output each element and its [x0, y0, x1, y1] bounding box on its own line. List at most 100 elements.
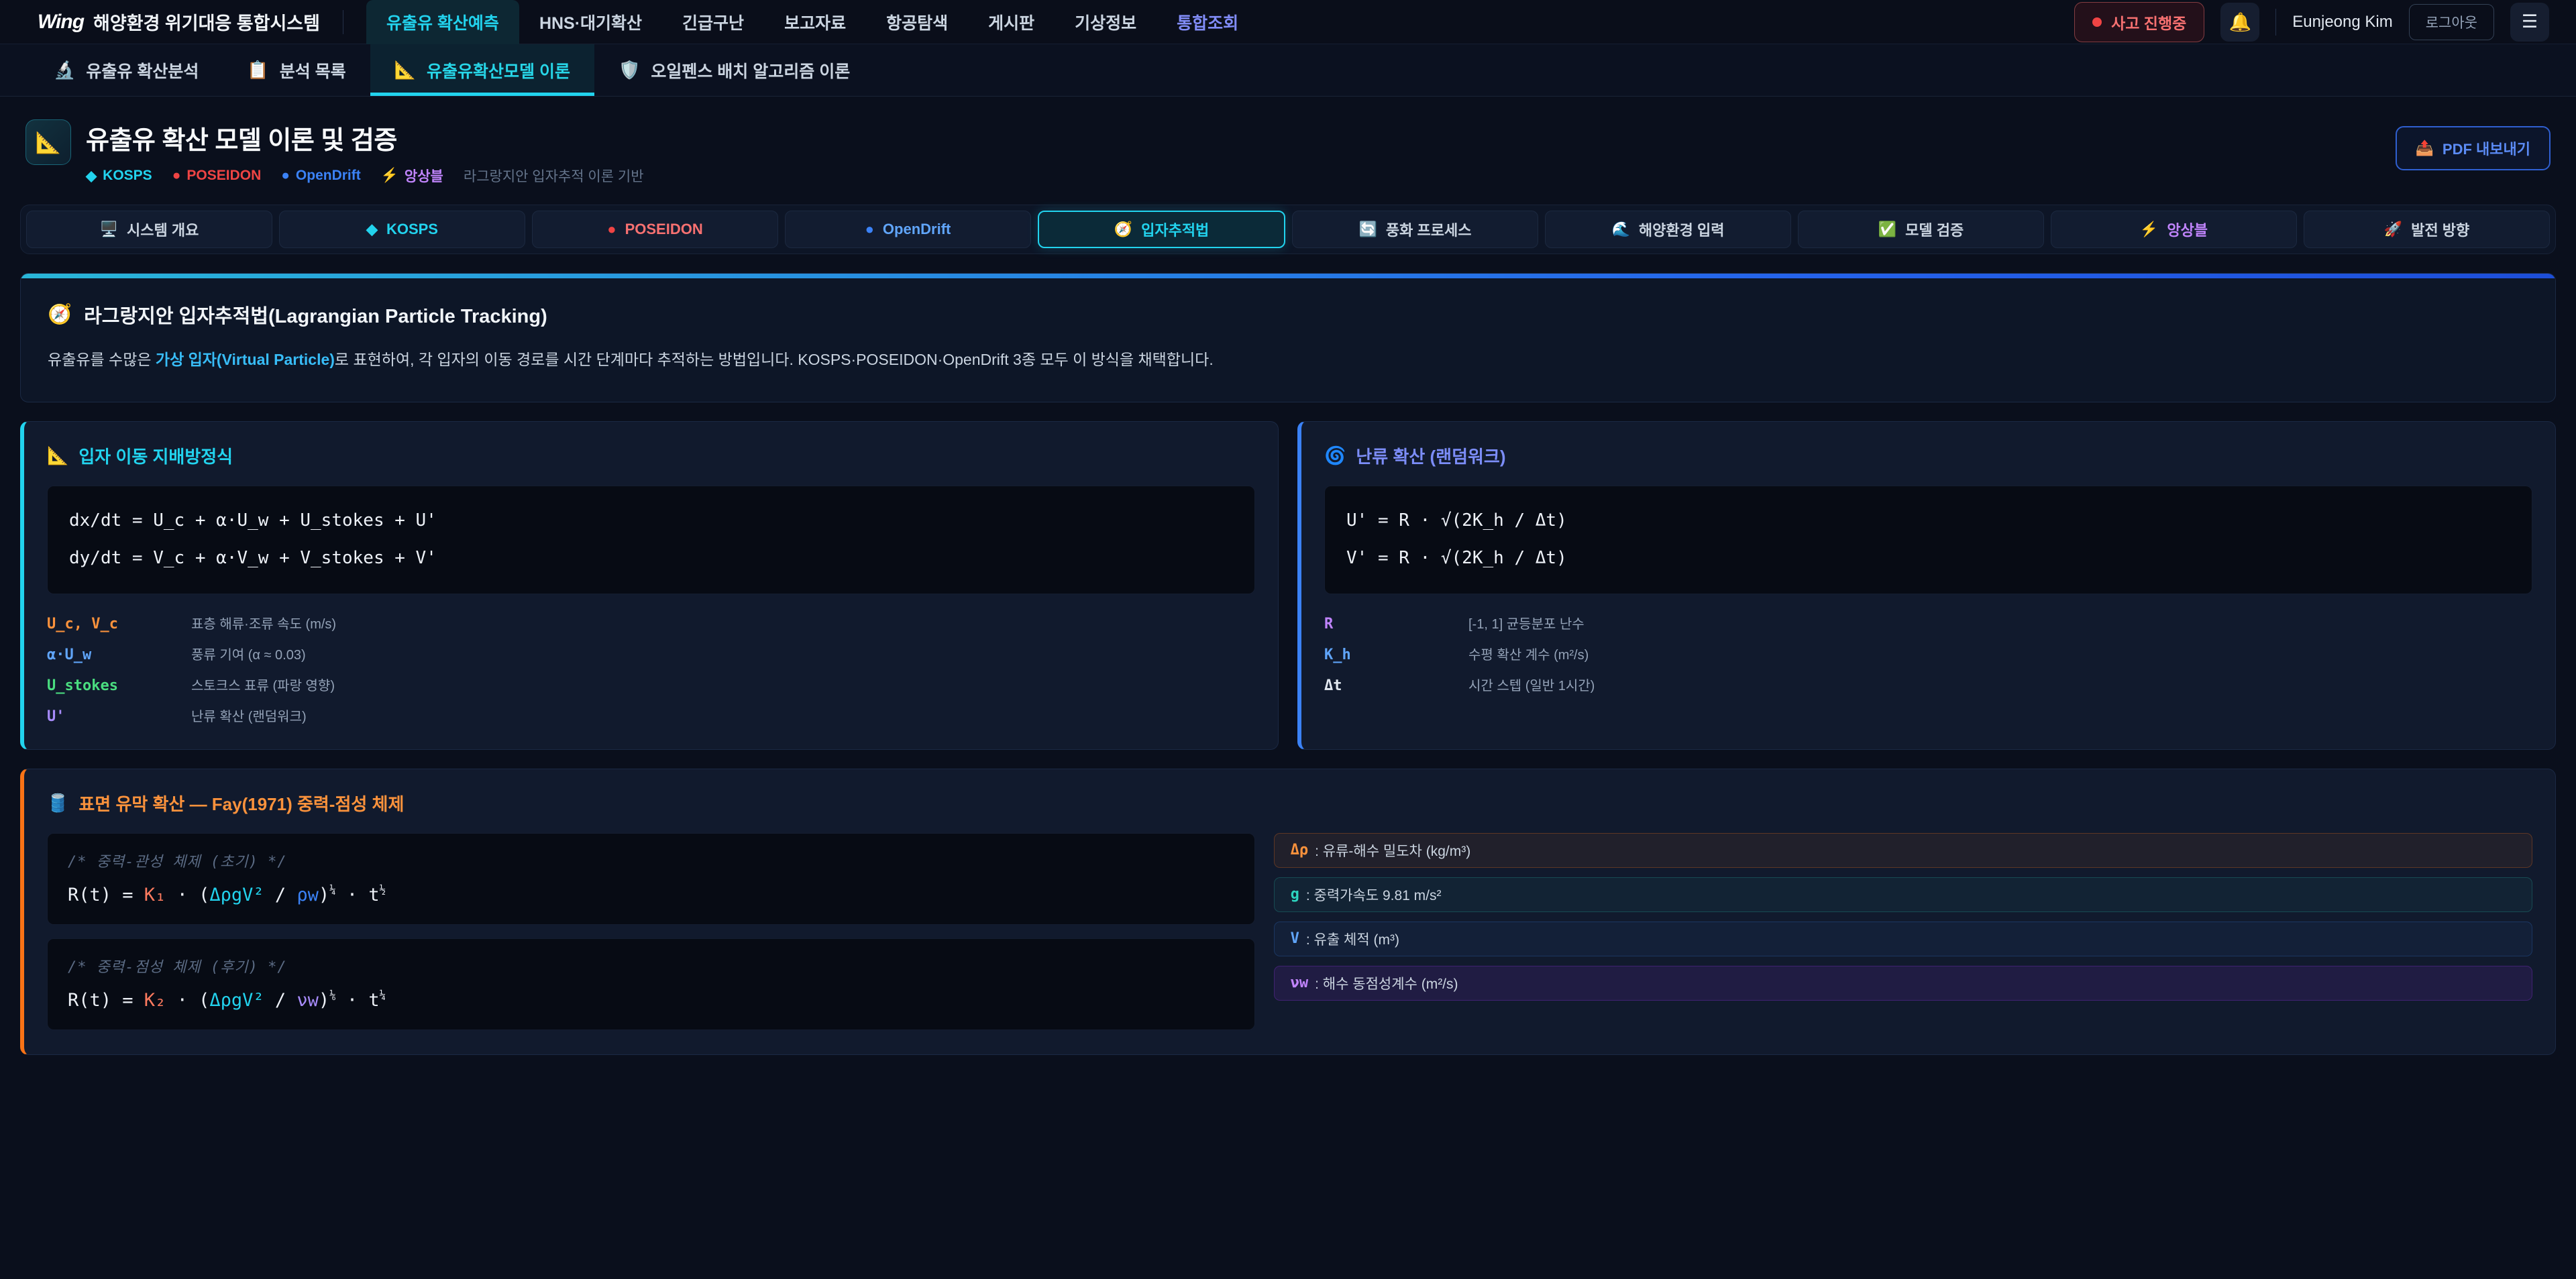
code-line: dy/dt = V_c + α·V_w + V_stokes + V' — [69, 540, 1233, 577]
section-pill-nav: 🖥️시스템 개요◆KOSPS●POSEIDON●OpenDrift🧭입자추적법🔄… — [20, 205, 2556, 254]
page-header-text: 유출유 확산 모델 이론 및 검증 ◆KOSPS●POSEIDON●OpenDr… — [86, 119, 644, 186]
tab-label: 유출유 확산분석 — [86, 58, 199, 82]
wing-logo-icon: Wing — [38, 11, 84, 34]
subnav-pill[interactable]: ⚡앙상블 — [2051, 211, 2297, 248]
fay-code-block: /* 중력-점성 체제 (후기) */R(t) = K₂ · (ΔρgV² / … — [47, 938, 1255, 1030]
page-icon-box: 📐 — [25, 119, 71, 165]
legend-row: α·U_w풍류 기여 (α ≈ 0.03) — [47, 644, 1255, 663]
formula-segment: ) — [319, 990, 329, 1011]
tab-label: 분석 목록 — [280, 58, 346, 82]
formula-segment: K₁ — [144, 885, 166, 905]
governing-equation-card: 📐 입자 이동 지배방정식 dx/dt = U_c + α·U_w + U_st… — [20, 421, 1279, 750]
badge-label: OpenDrift — [296, 168, 361, 184]
user-name: Eunjeong Kim — [2292, 13, 2392, 32]
badge-icon: ● — [281, 168, 290, 184]
secondary-tab-bar: 🔬유출유 확산분석📋분석 목록📐유출유확산모델 이론🛡️오일펜스 배치 알고리즘… — [0, 44, 2576, 97]
badge-icon: ⚡ — [381, 168, 398, 184]
badge-label: KOSPS — [103, 168, 152, 184]
legend-row: U_stokes스토크스 표류 (파랑 영향) — [47, 675, 1255, 694]
divider — [2275, 9, 2276, 36]
primary-nav: 유출유 확산예측HNS·대기확산긴급구난보고자료항공탐색게시판기상정보통합조회 — [366, 0, 1258, 44]
legend-term: U' — [47, 708, 191, 725]
legend-term: K_h — [1324, 647, 1468, 663]
nav-item[interactable]: 게시판 — [968, 0, 1055, 44]
tab-item[interactable]: 🔬유출유 확산분석 — [30, 44, 223, 96]
legend-term: U_stokes — [47, 677, 191, 694]
formula: R(t) = K₂ · (ΔρgV² / νw)⅙ · t¼ — [68, 989, 1234, 1011]
cycle-icon: 🔄 — [1359, 221, 1377, 238]
subnav-pill[interactable]: ●POSEIDON — [532, 211, 778, 248]
nav-item[interactable]: 항공탐색 — [866, 0, 968, 44]
lagrangian-intro-card: 🧭 라그랑지안 입자추적법(Lagrangian Particle Tracki… — [20, 273, 2556, 402]
intro-body-prefix: 유출유를 수많은 — [48, 351, 156, 368]
legend-desc: 난류 확산 (랜덤워크) — [191, 706, 307, 725]
status-dot-icon — [2092, 17, 2102, 27]
formula-segment: ¼ — [380, 989, 386, 1001]
formula-segment: · ( — [166, 990, 209, 1011]
param-term: V — [1291, 930, 1299, 947]
legend-row: K_h수평 확산 계수 (m²/s) — [1324, 644, 2532, 663]
nav-item[interactable]: 긴급구난 — [662, 0, 764, 44]
turbulence-legend: R[-1, 1] 균등분포 난수K_h수평 확산 계수 (m²/s)Δt시간 스… — [1324, 613, 2532, 694]
legend-term: U_c, V_c — [47, 616, 191, 632]
pill-label: OpenDrift — [883, 221, 951, 238]
param-desc: : 중력가속도 9.81 m/s² — [1306, 885, 1442, 905]
spiral-icon: 🌀 — [1324, 445, 1346, 466]
fay-title-text: 표면 유막 확산 — Fay(1971) 중력-점성 체제 — [78, 791, 404, 816]
formula-segment: ¼ — [329, 883, 335, 896]
badge-icon: ◆ — [86, 168, 97, 184]
nav-item[interactable]: HNS·대기확산 — [519, 0, 662, 44]
model-badge: ● OpenDrift — [281, 168, 361, 184]
param-desc: : 유출 체적 (m³) — [1306, 929, 1399, 949]
subnav-pill[interactable]: 🧭입자추적법 — [1038, 211, 1285, 248]
formula-segment: / — [264, 990, 297, 1011]
legend-term: R — [1324, 616, 1468, 632]
subnav-pill[interactable]: ◆KOSPS — [279, 211, 525, 248]
subnav-pill[interactable]: ●OpenDrift — [785, 211, 1031, 248]
param-desc: : 해수 동점성계수 (m²/s) — [1315, 973, 1458, 993]
tab-item[interactable]: 🛡️오일펜스 배치 알고리즘 이론 — [594, 44, 874, 96]
turbulence-card: 🌀 난류 확산 (랜덤워크) U' = R · √(2K_h / Δt)V' =… — [1297, 421, 2556, 750]
incident-status-badge[interactable]: 사고 진행중 — [2074, 2, 2204, 42]
legend-desc: 표층 해류·조류 속도 (m/s) — [191, 613, 336, 632]
formula-segment: ) — [319, 885, 329, 905]
formula: R(t) = K₁ · (ΔρgV² / ρw)¼ · t½ — [68, 883, 1234, 905]
turbulence-code-block: U' = R · √(2K_h / Δt)V' = R · √(2K_h / Δ… — [1324, 486, 2532, 594]
param-row: g: 중력가속도 9.81 m/s² — [1274, 877, 2532, 912]
menu-button[interactable]: ☰ — [2510, 3, 2549, 42]
subnav-pill[interactable]: 🔄풍화 프로세스 — [1292, 211, 1538, 248]
nav-item[interactable]: 보고자료 — [764, 0, 866, 44]
page-header: 📐 유출유 확산 모델 이론 및 검증 ◆KOSPS●POSEIDON●Open… — [25, 119, 2551, 186]
subnav-pill[interactable]: 🚀발전 방향 — [2304, 211, 2550, 248]
monitor-icon: 🖥️ — [100, 221, 118, 238]
equation-cards-row: 📐 입자 이동 지배방정식 dx/dt = U_c + α·U_w + U_st… — [20, 421, 2556, 750]
legend-row: Δt시간 스텝 (일반 1시간) — [1324, 675, 2532, 694]
logout-button[interactable]: 로그아웃 — [2409, 4, 2494, 40]
legend-desc: 풍류 기여 (α ≈ 0.03) — [191, 644, 306, 663]
topbar-right: 사고 진행중 🔔 Eunjeong Kim 로그아웃 ☰ — [2074, 2, 2549, 42]
model-badge: ●POSEIDON — [172, 168, 262, 184]
pill-label: KOSPS — [386, 221, 438, 238]
formula-segment: ½ — [380, 883, 386, 896]
subnav-pill[interactable]: 🖥️시스템 개요 — [26, 211, 272, 248]
intro-title-text: 라그랑지안 입자추적법(Lagrangian Particle Tracking… — [84, 300, 547, 329]
formula-segment: · t — [336, 885, 380, 905]
tab-item[interactable]: 📋분석 목록 — [223, 44, 370, 96]
intro-body-suffix: 로 표현하여, 각 입자의 이동 경로를 시간 단계마다 추적하는 방법입니다.… — [335, 351, 1214, 368]
top-navigation-bar: Wing 해양환경 위기대응 통합시스템 유출유 확산예측HNS·대기확산긴급구… — [0, 0, 2576, 44]
notifications-button[interactable]: 🔔 — [2220, 3, 2259, 42]
subnav-pill[interactable]: 🌊해양환경 입력 — [1545, 211, 1791, 248]
nav-item[interactable]: 통합조회 — [1157, 0, 1258, 44]
subnav-pill[interactable]: ✅모델 검증 — [1798, 211, 2044, 248]
formula-segment: ΔρgV² — [209, 990, 264, 1011]
legend-term: α·U_w — [47, 647, 191, 663]
tab-item[interactable]: 📐유출유확산모델 이론 — [370, 44, 594, 96]
circle-icon: ● — [607, 221, 616, 238]
nav-item[interactable]: 기상정보 — [1055, 0, 1157, 44]
nav-item[interactable]: 유출유 확산예측 — [366, 0, 519, 44]
governing-code-block: dx/dt = U_c + α·U_w + U_stokes + U'dy/dt… — [47, 486, 1255, 594]
pdf-export-button[interactable]: 📤 PDF 내보내기 — [2396, 126, 2551, 170]
intro-body: 유출유를 수많은 가상 입자(Virtual Particle)로 표현하여, … — [48, 347, 2528, 372]
status-badge-label: 사고 진행중 — [2111, 11, 2186, 34]
legend-desc: 스토크스 표류 (파랑 영향) — [191, 675, 335, 694]
